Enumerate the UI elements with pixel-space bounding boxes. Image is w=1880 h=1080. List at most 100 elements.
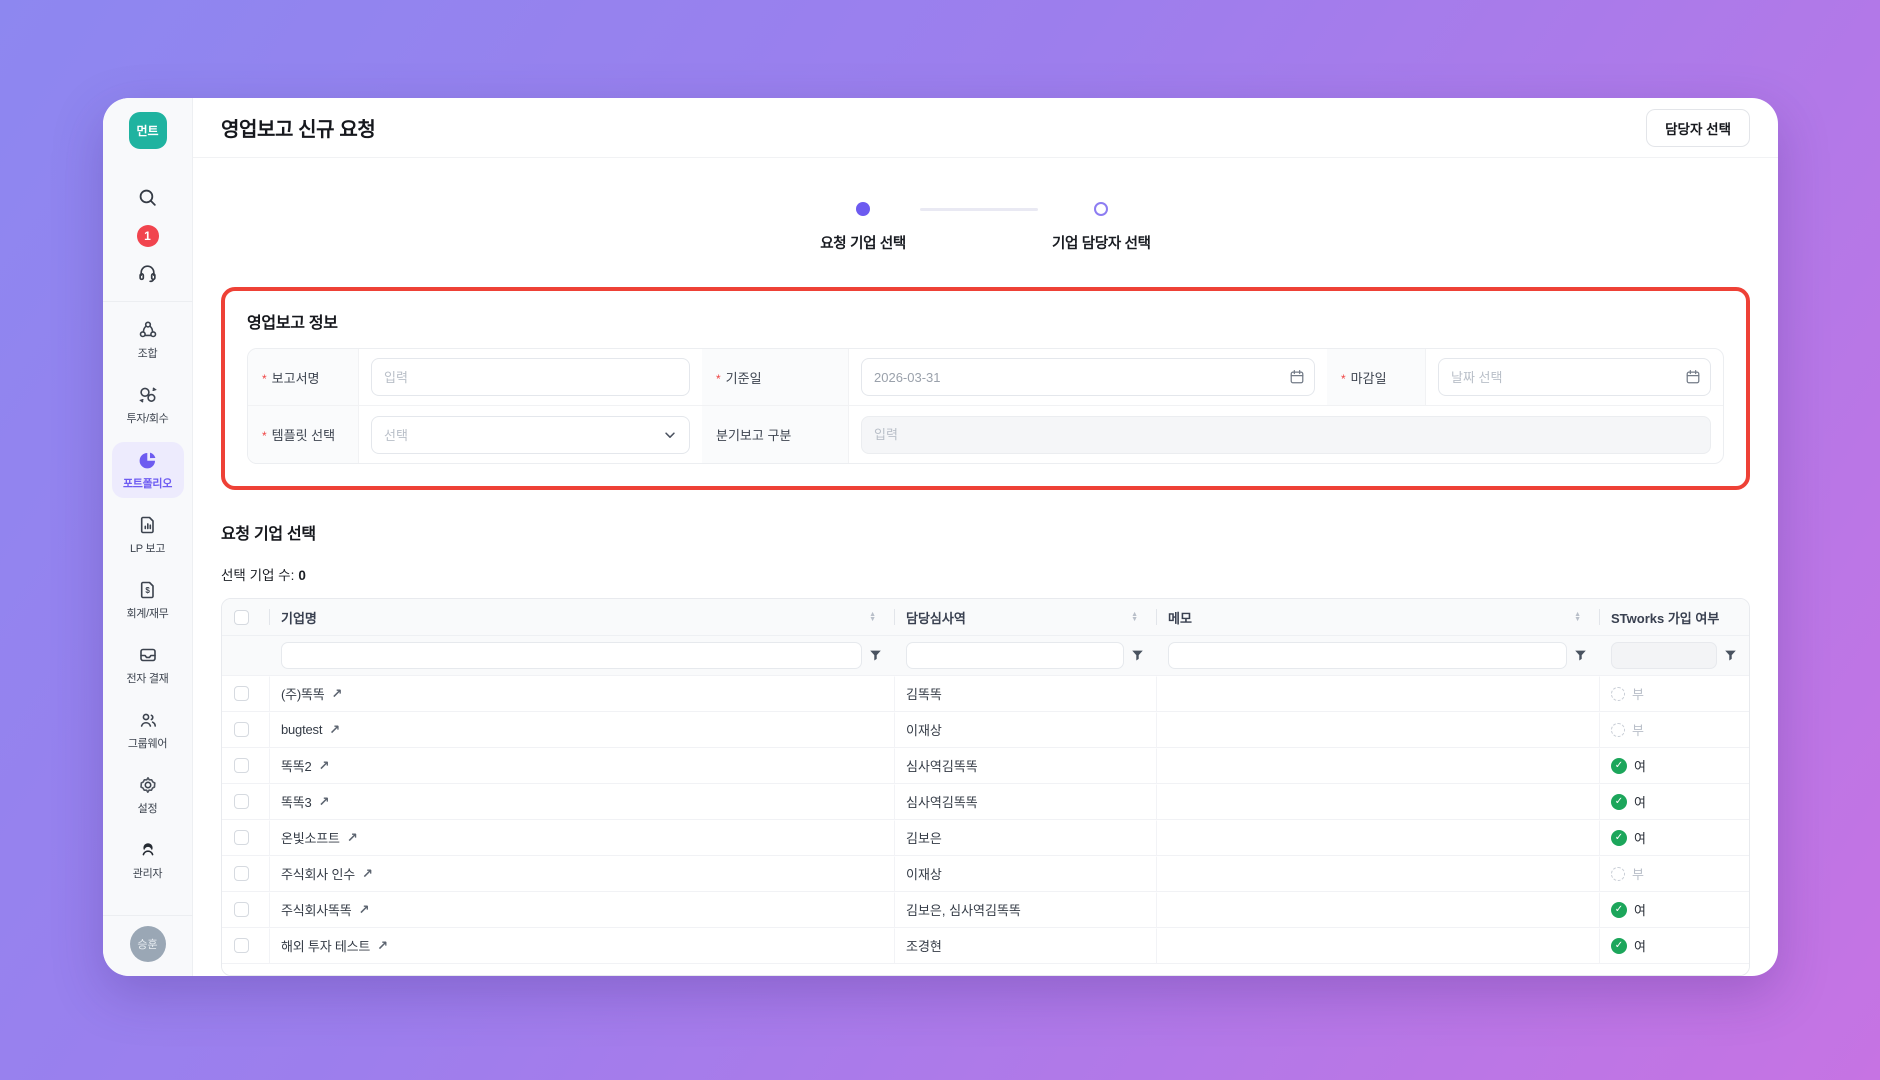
user-avatar[interactable]: 승훈 — [129, 926, 166, 962]
sidebar: 먼트 1 조합 투자/회수 포트폴리오 LP 보고 $ 회계/재무 전자 결재 … — [103, 98, 193, 976]
stworks-status-label: 여 — [1634, 903, 1646, 918]
row-checkbox-cell — [222, 928, 269, 963]
row-checkbox[interactable] — [234, 830, 249, 845]
base-date-input[interactable] — [861, 358, 1315, 396]
sort-icon[interactable]: ▲ ▼ — [1574, 611, 1587, 623]
external-link-icon[interactable]: ↗ — [329, 722, 340, 738]
external-link-icon[interactable]: ↗ — [347, 830, 358, 846]
row-checkbox[interactable] — [234, 902, 249, 917]
external-link-icon[interactable]: ↗ — [377, 938, 388, 954]
step-select-contact[interactable]: 기업 담당자 선택 — [1052, 202, 1151, 253]
stworks-status-icon — [1611, 686, 1625, 701]
external-link-icon[interactable]: ↗ — [319, 758, 330, 774]
field-report-name — [359, 349, 702, 406]
memo-cell — [1156, 892, 1599, 927]
table-row[interactable]: 해외 투자 테스트 ↗ 조경현 ✓ 여 — [222, 927, 1749, 963]
filter-funnel-icon[interactable] — [1724, 649, 1737, 662]
table-row[interactable]: bugtest ↗ 이재상 부 — [222, 711, 1749, 747]
sort-icon[interactable]: ▲ ▼ — [1131, 611, 1144, 623]
memo-cell — [1156, 748, 1599, 783]
memo-cell — [1156, 928, 1599, 963]
company-name: 온빛소프트 — [281, 831, 340, 846]
section-title: 영업보고 정보 — [247, 315, 338, 332]
sidebar-item-settings[interactable]: 설정 — [112, 767, 184, 823]
due-date-input[interactable] — [1438, 358, 1711, 396]
row-checkbox[interactable] — [234, 866, 249, 881]
column-stworks: STworks 가입 여부 — [1599, 599, 1749, 635]
row-checkbox[interactable] — [234, 722, 249, 737]
notification-badge[interactable]: 1 — [136, 225, 159, 248]
stworks-cell: ✓ 여 — [1599, 748, 1749, 783]
calendar-icon[interactable] — [1289, 369, 1305, 385]
search-icon[interactable] — [137, 187, 158, 208]
table-row[interactable]: 온빛소프트 ↗ 김보은 ✓ 여 — [222, 819, 1749, 855]
table-row[interactable]: (주)똑똑 ↗ 김똑똑 부 — [222, 675, 1749, 711]
sidebar-item-label: 회계/재무 — [126, 607, 169, 620]
sidebar-item-label: LP 보고 — [129, 542, 166, 555]
stworks-cell: 부 — [1599, 676, 1749, 711]
external-link-icon[interactable]: ↗ — [362, 866, 373, 882]
table-row[interactable]: 똑똑3 ↗ 심사역김똑똑 ✓ 여 — [222, 783, 1749, 819]
step-select-company[interactable]: 요청 기업 선택 — [820, 202, 906, 253]
company-cell: 온빛소프트 ↗ — [269, 820, 894, 855]
company-name: 주식회사 인수 — [281, 867, 355, 882]
stworks-cell: ✓ 여 — [1599, 928, 1749, 963]
sidebar-footer: 승훈 — [103, 897, 193, 976]
external-link-icon[interactable]: ↗ — [359, 902, 370, 918]
sort-icon[interactable]: ▲ ▼ — [869, 611, 882, 623]
reviewer-cell: 김보은, 심사역김똑똑 — [894, 892, 1156, 927]
stworks-status-label: 부 — [1632, 687, 1644, 702]
reviewer-cell: 김보은 — [894, 820, 1156, 855]
stworks-cell: 부 — [1599, 712, 1749, 747]
reviewer-cell: 이재상 — [894, 712, 1156, 747]
portfolio-pie-icon — [138, 450, 158, 470]
company-table: 기업명 ▲ ▼ 담당심사역 ▲ ▼ 메모 ▲ ▼ STworks 가입 여부 (… — [221, 598, 1750, 976]
sidebar-item-investment[interactable]: 투자/회수 — [112, 377, 184, 433]
sidebar-item-accounting[interactable]: $ 회계/재무 — [112, 572, 184, 628]
row-checkbox[interactable] — [234, 938, 249, 953]
sidebar-item-approval[interactable]: 전자 결재 — [112, 637, 184, 693]
table-row[interactable]: 주식회사 인수 ↗ 이재상 부 — [222, 855, 1749, 891]
chevron-down-icon — [663, 428, 677, 442]
sidebar-item-union[interactable]: 조합 — [112, 312, 184, 368]
row-checkbox-cell — [222, 784, 269, 819]
external-link-icon[interactable]: ↗ — [319, 794, 330, 810]
filter-funnel-icon[interactable] — [869, 649, 882, 662]
reviewer-cell: 김똑똑 — [894, 676, 1156, 711]
filter-funnel-icon[interactable] — [1131, 649, 1144, 662]
field-label-due-date: 마감일 — [1327, 349, 1426, 406]
select-manager-button[interactable]: 담당자 선택 — [1646, 108, 1750, 147]
memo-filter-input[interactable] — [1168, 642, 1567, 669]
app-logo[interactable]: 먼트 — [128, 112, 167, 150]
report-name-input[interactable] — [371, 358, 690, 396]
column-memo: 메모 ▲ ▼ — [1156, 599, 1599, 635]
inbox-icon — [138, 645, 158, 665]
company-filter-input[interactable] — [281, 642, 862, 669]
stworks-status-label: 부 — [1632, 723, 1644, 738]
stepper: 요청 기업 선택 기업 담당자 선택 — [221, 202, 1750, 253]
stworks-status-label: 여 — [1634, 939, 1646, 954]
headset-icon[interactable] — [137, 262, 158, 283]
field-label-base-date: 기준일 — [702, 349, 849, 406]
calendar-icon[interactable] — [1685, 369, 1701, 385]
sidebar-item-groupware[interactable]: 그룹웨어 — [112, 702, 184, 758]
quarter-type-input[interactable] — [861, 415, 1711, 454]
external-link-icon[interactable]: ↗ — [332, 686, 343, 702]
sidebar-item-admin[interactable]: 관리자 — [112, 832, 184, 888]
row-checkbox[interactable] — [234, 758, 249, 773]
step-label: 요청 기업 선택 — [820, 236, 906, 252]
sidebar-item-lp-report[interactable]: LP 보고 — [112, 507, 184, 563]
reviewer-cell: 조경현 — [894, 928, 1156, 963]
stworks-filter-input[interactable] — [1611, 642, 1717, 669]
company-cell: 해외 투자 테스트 ↗ — [269, 928, 894, 963]
template-select[interactable]: 선택 — [371, 415, 690, 454]
table-row[interactable]: 똑똑2 ↗ 심사역김똑똑 ✓ 여 — [222, 747, 1749, 783]
select-all-checkbox[interactable] — [234, 609, 249, 625]
reviewer-filter-input[interactable] — [906, 642, 1124, 669]
row-checkbox[interactable] — [234, 794, 249, 809]
sidebar-item-portfolio[interactable]: 포트폴리오 — [111, 442, 184, 498]
admin-person-icon — [138, 840, 158, 860]
row-checkbox[interactable] — [234, 686, 249, 701]
filter-funnel-icon[interactable] — [1574, 649, 1587, 662]
table-row[interactable]: 주식회사똑똑 ↗ 김보은, 심사역김똑똑 ✓ 여 — [222, 891, 1749, 927]
